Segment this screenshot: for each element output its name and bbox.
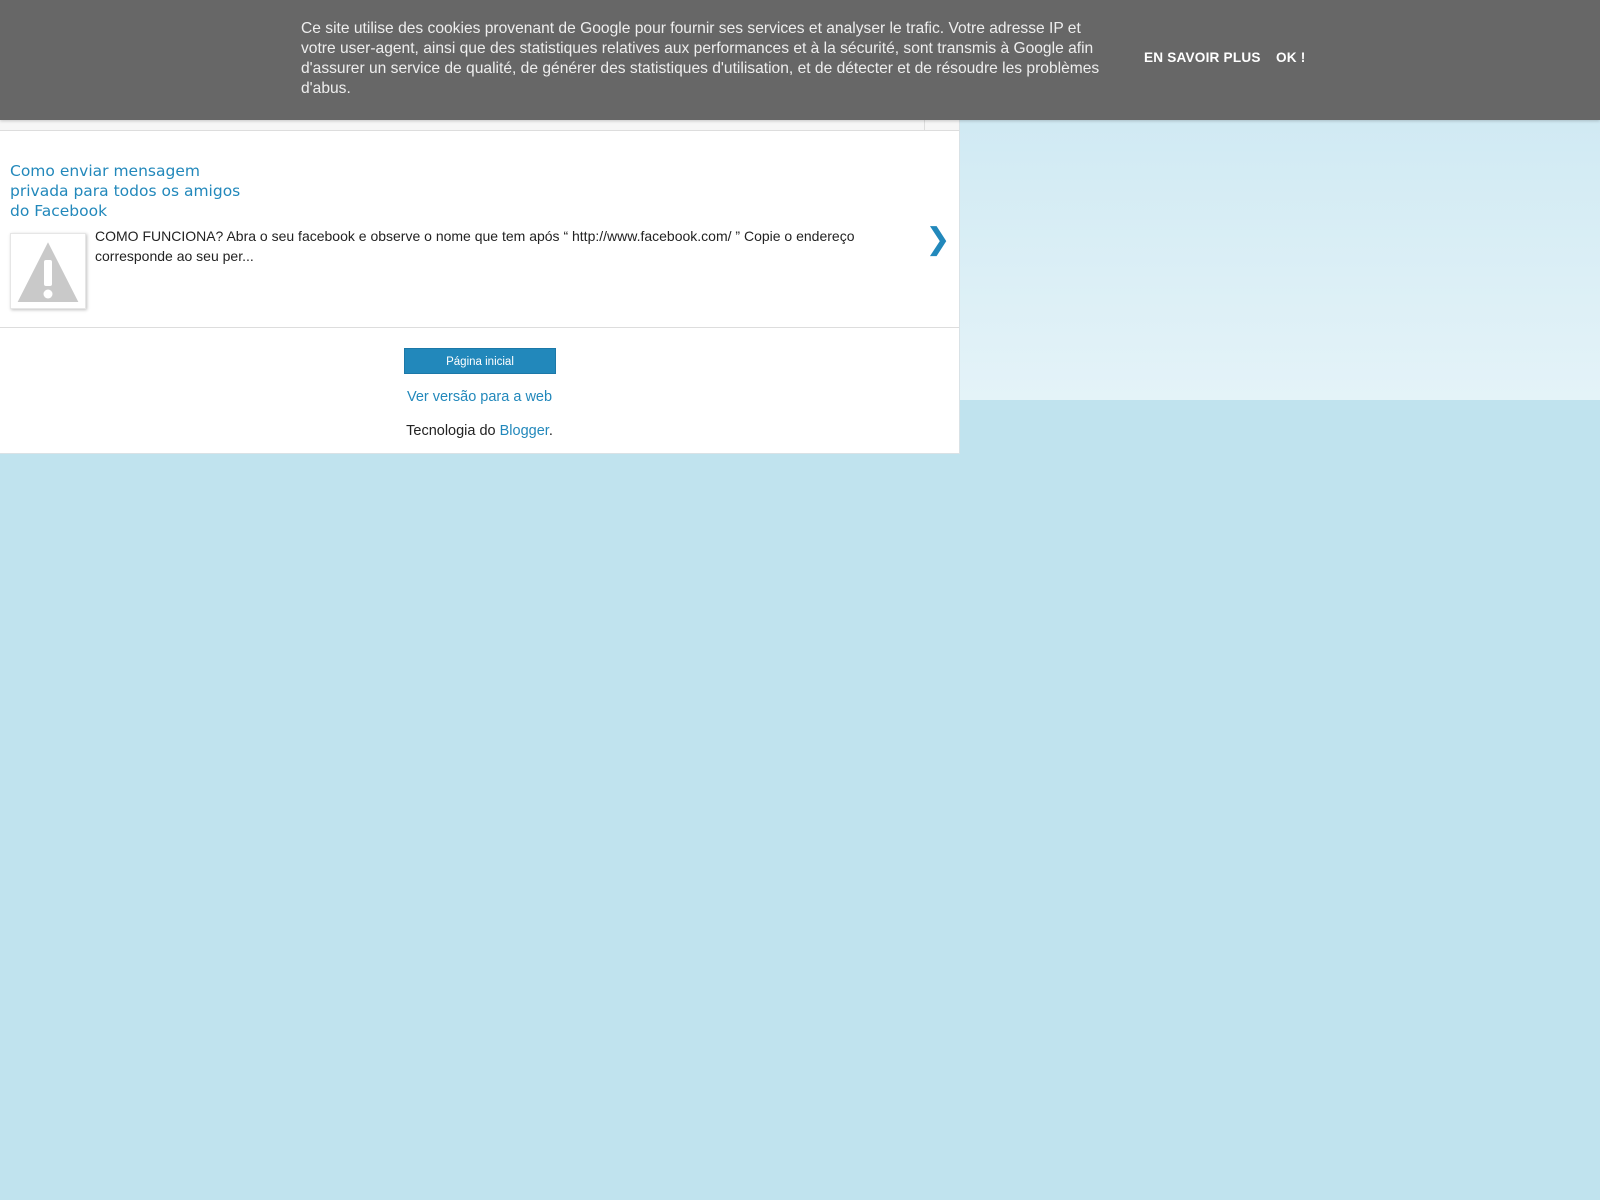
blogger-link[interactable]: Blogger bbox=[500, 423, 549, 439]
cookie-notice-text: Ce site utilise des cookies provenant de… bbox=[301, 20, 1100, 97]
powered-suffix: . bbox=[548, 423, 553, 439]
powered-by: Tecnologia do Blogger. bbox=[0, 422, 959, 440]
header-divider bbox=[924, 120, 925, 130]
warning-placeholder-icon bbox=[11, 236, 85, 306]
web-version-link[interactable]: Ver versão para a web bbox=[0, 388, 959, 406]
chevron-right-icon[interactable]: ❯ bbox=[924, 219, 952, 261]
cookie-banner: Ce site utilise des cookies provenant de… bbox=[0, 0, 1600, 120]
home-button[interactable]: Página inicial bbox=[404, 348, 556, 374]
post-title-link[interactable]: Como enviar mensagem privada para todos … bbox=[10, 161, 250, 221]
page: Como enviar mensagem privada para todos … bbox=[0, 0, 1600, 1200]
post-thumbnail[interactable] bbox=[10, 233, 86, 309]
post-item: Como enviar mensagem privada para todos … bbox=[0, 131, 959, 328]
mobile-footer: Página inicial Ver versão para a web Tec… bbox=[0, 328, 959, 454]
learn-more-button[interactable]: EN SAVOIR PLUS bbox=[1144, 49, 1261, 67]
post-snippet: COMO FUNCIONA? Abra o seu facebook e obs… bbox=[95, 228, 855, 264]
ok-button[interactable]: OK ! bbox=[1276, 49, 1306, 67]
header-strip bbox=[0, 120, 959, 131]
powered-prefix: Tecnologia do bbox=[406, 423, 500, 439]
